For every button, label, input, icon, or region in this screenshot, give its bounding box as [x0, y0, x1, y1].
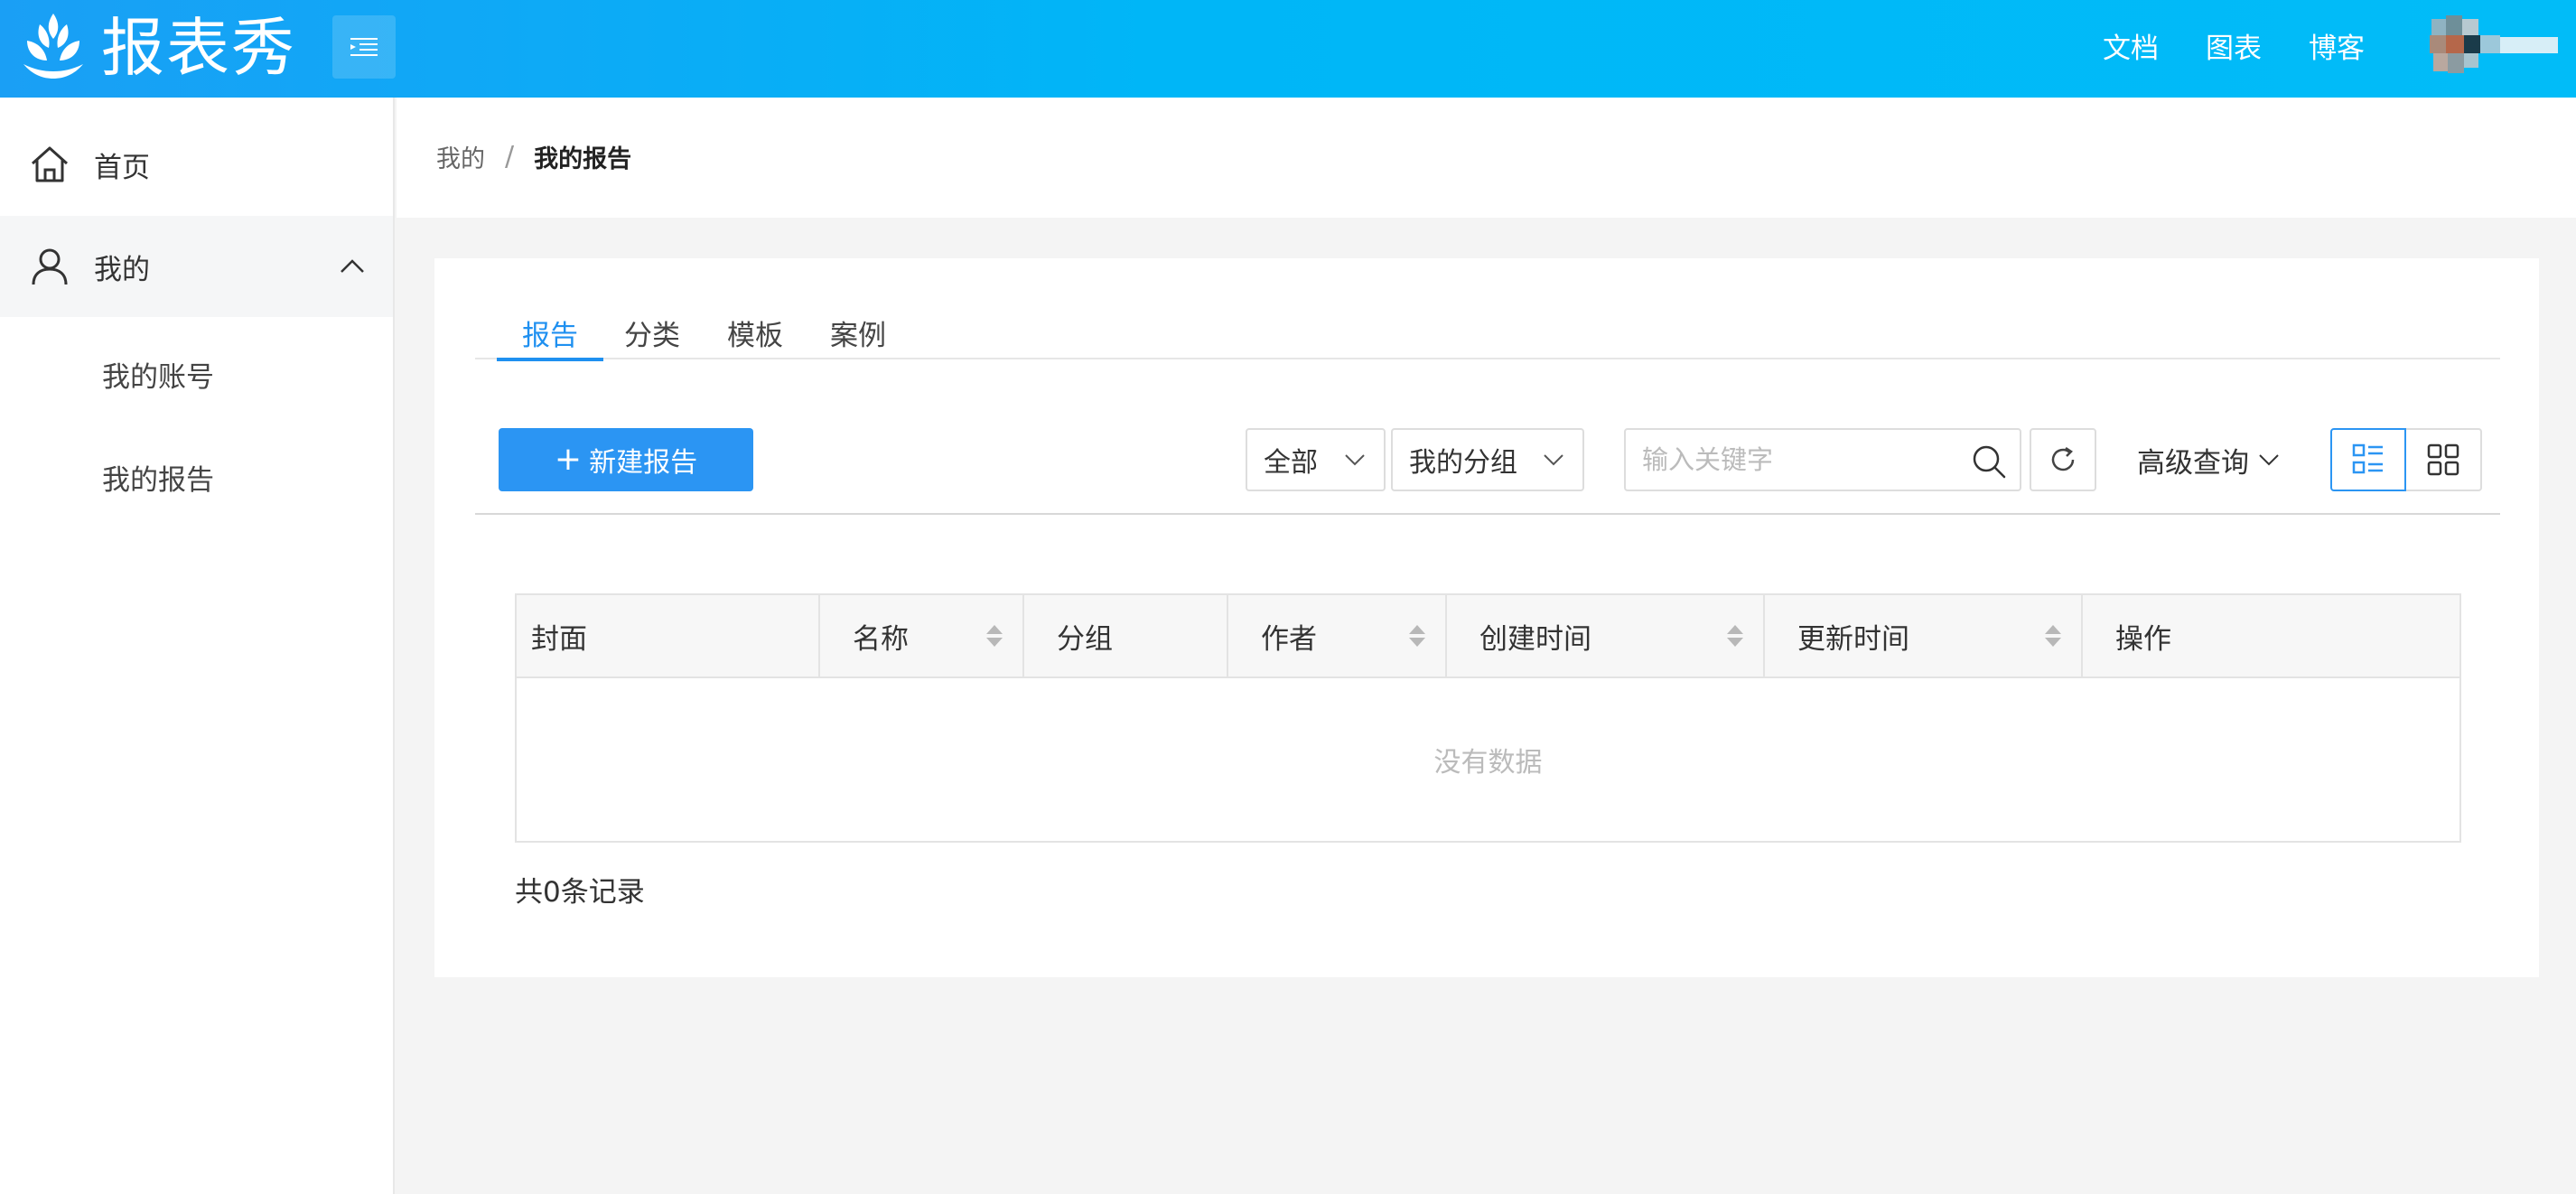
sidebar: 首页 我的 我的账号 我的报告 [0, 98, 395, 1194]
sidebar-item-home[interactable]: 首页 [0, 114, 393, 215]
leaf-logo-icon [23, 14, 83, 79]
column-label: 更新时间 [1797, 622, 1909, 656]
breadcrumb-bar: 我的 / 我的报告 [397, 98, 2576, 218]
tab-reports[interactable]: 报告 [497, 312, 603, 361]
advanced-query-button[interactable]: 高级查询 [2137, 428, 2280, 491]
search-input[interactable] [1642, 437, 1949, 482]
menu-fold-icon [350, 38, 378, 56]
view-toggle [2330, 428, 2482, 491]
sort-icon[interactable] [2043, 622, 2063, 649]
new-report-button[interactable]: + 新建报告 [499, 428, 753, 491]
column-updated-time[interactable]: 更新时间 [1765, 595, 2083, 676]
menu-collapse-button[interactable] [332, 15, 396, 79]
plus-icon: + [554, 441, 583, 478]
search-box [1624, 428, 2021, 491]
sort-icon[interactable] [985, 622, 1004, 649]
group-select[interactable]: 我的分组 [1391, 428, 1584, 491]
scope-select-value: 全部 [1264, 447, 1318, 479]
main-card: 报告 分类 模板 案例 + 新建报告 全部 我的分组 输入关键字 高级查询 封面… [434, 258, 2539, 977]
toolbar: + 新建报告 全部 我的分组 输入关键字 高级查询 [475, 428, 2500, 515]
app-logo[interactable]: 报表秀 [20, 5, 296, 90]
chevron-down-icon [1544, 454, 1563, 466]
nav-link-docs[interactable]: 文档 [2103, 25, 2159, 66]
tab-cases[interactable]: 案例 [830, 312, 886, 359]
column-created-time[interactable]: 创建时间 [1447, 595, 1765, 676]
sidebar-subitem-reports[interactable]: 我的报告 [102, 457, 214, 498]
tab-bar: 报告 分类 模板 案例 [475, 312, 2500, 361]
sidebar-item-label: 我的 [94, 253, 150, 286]
search-icon[interactable] [1971, 443, 2007, 480]
table-header: 封面 名称 分组 作者 创建时间 更新时间 操作 [517, 595, 2459, 678]
nav-link-charts[interactable]: 图表 [2206, 25, 2262, 66]
record-count: 共0条记录 [515, 876, 645, 909]
column-label: 操作 [2115, 622, 2171, 656]
breadcrumb: 我的 / 我的报告 [436, 139, 631, 174]
list-view-button[interactable] [2330, 428, 2406, 491]
top-nav: 文档 图表 博客 [2056, 0, 2576, 90]
user-avatar[interactable] [2426, 15, 2562, 75]
app-title: 报表秀 [101, 11, 296, 85]
breadcrumb-separator: / [505, 141, 515, 173]
column-group: 分组 [1024, 595, 1228, 676]
scope-select[interactable]: 全部 [1246, 428, 1386, 491]
column-label: 作者 [1261, 622, 1317, 656]
empty-state: 没有数据 [1433, 747, 1543, 779]
advanced-query-label: 高级查询 [2137, 446, 2249, 480]
tab-templates[interactable]: 模板 [727, 312, 783, 359]
chevron-up-icon [341, 259, 364, 273]
home-icon [31, 146, 69, 182]
column-name[interactable]: 名称 [820, 595, 1024, 676]
sort-icon[interactable] [1407, 622, 1427, 649]
column-cover: 封面 [517, 595, 820, 676]
column-label: 创建时间 [1479, 622, 1591, 656]
reports-table: 封面 名称 分组 作者 创建时间 更新时间 操作 没有数据 [515, 593, 2461, 843]
grid-view-button[interactable] [2406, 428, 2482, 491]
sidebar-item-label: 首页 [94, 151, 150, 184]
nav-link-blog[interactable]: 博客 [2309, 25, 2365, 66]
chevron-down-icon [2259, 454, 2279, 466]
column-author[interactable]: 作者 [1228, 595, 1447, 676]
list-view-icon [2352, 443, 2383, 474]
column-label: 分组 [1057, 622, 1113, 656]
group-select-value: 我的分组 [1409, 447, 1517, 479]
column-actions: 操作 [2083, 595, 2459, 676]
new-report-label: 新建报告 [589, 447, 698, 479]
tab-categories[interactable]: 分类 [624, 312, 680, 359]
refresh-icon [2051, 446, 2075, 471]
breadcrumb-current: 我的报告 [534, 145, 632, 173]
sidebar-item-mine[interactable]: 我的 [0, 216, 393, 317]
refresh-button[interactable] [2030, 428, 2096, 491]
breadcrumb-parent[interactable]: 我的 [436, 139, 485, 174]
top-header: 报表秀 文档 图表 博客 [0, 0, 2576, 98]
user-icon [32, 248, 68, 285]
chevron-down-icon [1345, 454, 1365, 466]
sidebar-subitem-account[interactable]: 我的账号 [102, 354, 214, 395]
grid-view-icon [2427, 443, 2459, 476]
sort-icon[interactable] [1725, 622, 1745, 649]
column-label: 封面 [531, 622, 587, 656]
column-label: 名称 [853, 622, 909, 656]
